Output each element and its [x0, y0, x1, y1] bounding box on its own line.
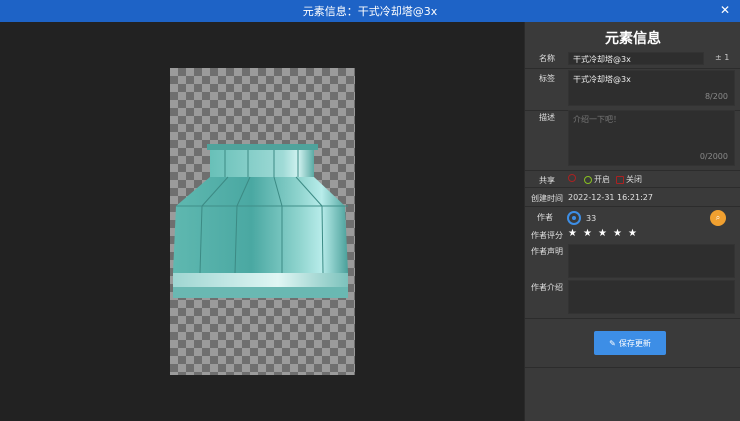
statement-textarea[interactable] [568, 244, 735, 278]
tags-count: 8/200 [704, 92, 728, 101]
tags-value: 干式冷却塔@3x [573, 75, 631, 84]
window-titlebar: 元素信息：干式冷却塔@3x ✕ [0, 0, 740, 22]
star-icon[interactable]: ★ [628, 228, 637, 239]
divider [525, 206, 740, 207]
name-suffix: ± 1 [715, 53, 730, 62]
name-label: 名称 [539, 54, 555, 63]
author-label: 作者 [537, 213, 553, 222]
tags-label: 标签 [539, 74, 555, 83]
share-on-label: 开启 [594, 175, 610, 184]
created-value: 2022-12-31 16:21:27 [568, 193, 653, 202]
desc-count: 0/2000 [699, 152, 728, 161]
star-icon[interactable]: ★ [568, 228, 577, 239]
avatar-dot [572, 216, 576, 220]
preview-area [0, 22, 524, 421]
author-value: 33 [586, 214, 597, 223]
star-icon[interactable]: ★ [583, 228, 592, 239]
divider [525, 318, 740, 319]
author-avatar[interactable] [567, 211, 581, 225]
name-input[interactable]: 干式冷却塔@3x [568, 52, 704, 65]
statement-label: 作者声明 [531, 247, 563, 256]
created-label: 创建时间 [531, 194, 563, 203]
divider [525, 367, 740, 368]
divider [525, 187, 740, 188]
edit-icon: ✎ [609, 338, 616, 348]
intro-textarea[interactable] [568, 280, 735, 314]
panel-heading: 元素信息 [605, 31, 661, 47]
desc-label: 描述 [539, 113, 555, 122]
rating-label: 作者评分 [531, 231, 563, 240]
divider [525, 68, 740, 69]
tags-input[interactable]: 干式冷却塔@3x 8/200 [568, 70, 735, 106]
star-icon[interactable]: ★ [598, 228, 607, 239]
radio-icon [568, 174, 576, 182]
share-off-label: 关闭 [626, 175, 642, 184]
save-button[interactable]: ✎ 保存更新 [594, 331, 666, 355]
star-icon[interactable]: ★ [613, 228, 622, 239]
desc-placeholder: 介绍一下吧！ [573, 115, 621, 124]
share-blank-option[interactable] [568, 174, 576, 182]
cooling-tower-image [173, 144, 348, 298]
stop-icon [616, 175, 624, 184]
close-icon[interactable]: ✕ [718, 3, 732, 17]
desc-textarea[interactable]: 介绍一下吧！ 0/2000 [568, 110, 735, 166]
search-icon[interactable]: ⌕ [710, 210, 726, 226]
window-title: 元素信息：干式冷却塔@3x [302, 5, 438, 18]
power-icon [584, 175, 592, 184]
intro-label: 作者介绍 [531, 283, 563, 292]
save-label: 保存更新 [618, 338, 651, 348]
share-on-option[interactable]: 开启 [584, 174, 610, 185]
info-panel: 元素信息 名称 干式冷却塔@3x ± 1 标签 干式冷却塔@3x 8/200 描… [524, 22, 740, 421]
share-off-option[interactable]: 关闭 [616, 174, 642, 185]
share-label: 共享 [539, 176, 555, 185]
name-value: 干式冷却塔@3x [573, 55, 631, 64]
divider [525, 170, 740, 171]
